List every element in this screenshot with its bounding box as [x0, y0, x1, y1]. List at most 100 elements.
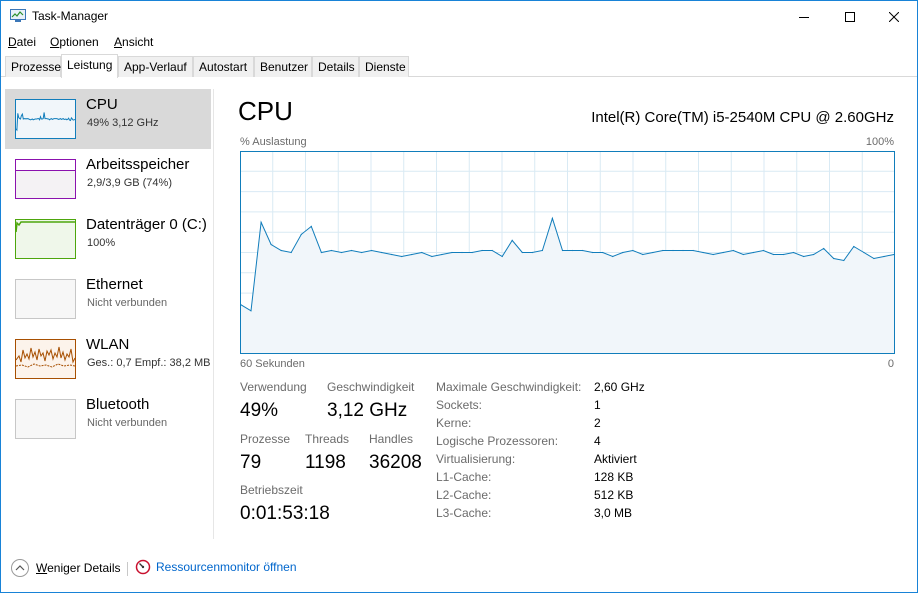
- chart-point: [270, 243, 272, 246]
- chart-point: [371, 249, 373, 252]
- close-button[interactable]: [871, 1, 917, 32]
- sidebar-item-ethernet-sub: Nicht verbunden: [87, 297, 168, 309]
- minimize-icon: [799, 16, 809, 18]
- resource-monitor-label: Ressourcenmonitor öffnen: [156, 560, 297, 574]
- tab-details[interactable]: Details: [312, 56, 359, 77]
- chart-point: [813, 253, 815, 256]
- chart-point: [421, 251, 423, 254]
- chart-point: [471, 251, 473, 254]
- tab-dienste[interactable]: Dienste: [359, 56, 409, 77]
- chart-point: [772, 253, 775, 256]
- usage-value: 49%: [240, 400, 279, 421]
- sidebar-item-bluetooth[interactable]: Bluetooth Nicht verbunden: [5, 389, 211, 449]
- chart-time-left: 60 Sekunden: [240, 358, 305, 370]
- spec-key-cores: Kerne:: [436, 416, 472, 430]
- sidebar-item-datentraeger-sub: 100%: [87, 237, 116, 249]
- chart-point: [481, 249, 483, 252]
- sidebar-item-wlan-name: WLAN: [86, 336, 130, 353]
- processes-value: 79: [240, 452, 262, 473]
- threads-value: 1198: [305, 452, 346, 473]
- menu-bar: Datei Optionen Ansicht: [1, 32, 917, 52]
- ethernet-thumbnail-graph: [15, 279, 76, 319]
- sidebar-item-arbeitsspeicher[interactable]: Arbeitsspeicher 2,9/3,9 GB (74%): [5, 149, 211, 209]
- sidebar-item-cpu[interactable]: CPU 49% 3,12 GHz: [5, 89, 211, 149]
- chart-point: [320, 251, 322, 254]
- window-title: Task-Manager: [32, 9, 109, 23]
- chart-point: [501, 255, 503, 258]
- maximize-button[interactable]: [827, 1, 873, 32]
- chart-point: [531, 251, 533, 254]
- chart-label-utilization: % Auslastung: [240, 136, 307, 148]
- tab-prozesse[interactable]: Prozesse: [5, 56, 61, 77]
- chart-point: [310, 225, 312, 227]
- spec-key-sockets: Sockets:: [436, 398, 483, 412]
- chart-point: [511, 239, 513, 241]
- chart-point: [782, 253, 785, 256]
- handles-value: 36208: [369, 452, 422, 473]
- resource-monitor-icon: [135, 559, 151, 575]
- chart-point: [551, 217, 553, 219]
- cpu-utilization-svg: [240, 151, 895, 354]
- chart-point: [692, 249, 694, 252]
- chart-point: [240, 304, 242, 306]
- threads-label: Threads: [305, 432, 350, 446]
- menu-item-optionen[interactable]: Optionen: [50, 35, 99, 49]
- chart-point: [672, 249, 674, 252]
- chart-point: [582, 249, 584, 252]
- chart-point: [732, 249, 734, 252]
- chart-point: [561, 249, 564, 252]
- sidebar-item-cpu-sub: 49% 3,12 GHz: [87, 117, 159, 129]
- fewer-details-label: Weniger Details: [36, 561, 121, 575]
- menu-item-datei[interactable]: Datei: [8, 35, 36, 49]
- resource-monitor-link[interactable]: Ressourcenmonitor öffnen: [135, 559, 297, 575]
- sidebar-item-ethernet[interactable]: Ethernet Nicht verbunden: [5, 269, 211, 329]
- chart-point: [391, 253, 393, 256]
- task-manager-window: Task-Manager Datei Optionen Ansicht Proz…: [0, 0, 918, 593]
- sidebar-item-bluetooth-sub: Nicht verbunden: [87, 417, 168, 429]
- chart-point: [662, 249, 664, 252]
- fewer-details-button[interactable]: Weniger Details: [11, 559, 120, 577]
- maximize-icon: [845, 11, 855, 22]
- resource-sidebar: CPU 49% 3,12 GHz Arbeitsspeicher 2,9/3,9…: [5, 89, 215, 541]
- tab-benutzer[interactable]: Benutzer: [254, 56, 312, 77]
- chart-label-max: 100%: [865, 136, 894, 148]
- tab-app-verlauf[interactable]: App-Verlauf: [118, 56, 193, 77]
- chart-point: [571, 249, 574, 252]
- tab-autostart[interactable]: Autostart: [193, 56, 254, 77]
- spec-value-max-speed: 2,60 GHz: [594, 380, 645, 394]
- spec-key-l1-cache: L1-Cache:: [436, 470, 492, 484]
- chart-point: [632, 249, 634, 252]
- sidebar-item-datentraeger[interactable]: Datenträger 0 (C:) 100%: [5, 209, 211, 269]
- chart-point: [722, 251, 724, 254]
- minimize-button[interactable]: [781, 1, 827, 32]
- chart-point: [330, 249, 332, 252]
- chart-point: [712, 253, 714, 256]
- task-manager-app-icon: [10, 9, 26, 22]
- spec-value-l2-cache: 512 KB: [594, 488, 634, 502]
- processes-label: Prozesse: [240, 432, 291, 446]
- usage-label: Verwendung: [240, 380, 307, 394]
- handles-label: Handles: [369, 432, 414, 446]
- tab-bar: Prozesse Leistung App-Verlauf Autostart …: [1, 54, 917, 78]
- chart-point: [652, 251, 654, 254]
- title-bar[interactable]: Task-Manager: [1, 1, 917, 32]
- chart-point: [401, 255, 403, 258]
- spec-value-l1-cache: 128 KB: [594, 470, 634, 484]
- chart-point: [833, 257, 835, 260]
- chart-point: [411, 253, 413, 256]
- sidebar-item-arbeitsspeicher-sub: 2,9/3,9 GB (74%): [87, 177, 172, 189]
- chart-point: [752, 251, 755, 254]
- sidebar-item-wlan[interactable]: WLAN Ges.: 0,7 Empf.: 38,2 MB: [5, 329, 211, 389]
- spec-value-logical-processors: 4: [594, 434, 601, 448]
- chart-point: [873, 257, 875, 260]
- chart-point: [622, 251, 624, 254]
- spec-key-logical-processors: Logische Prozessoren:: [436, 434, 559, 448]
- chart-point: [823, 247, 825, 250]
- menu-item-ansicht[interactable]: Ansicht: [114, 35, 153, 49]
- wlan-thumbnail-graph: [15, 339, 76, 379]
- cpu-thumbnail-graph: [15, 99, 76, 139]
- spec-key-l2-cache: L2-Cache:: [436, 488, 492, 502]
- chart-point: [361, 251, 363, 254]
- chart-point: [350, 249, 353, 252]
- tab-leistung[interactable]: Leistung: [61, 54, 118, 78]
